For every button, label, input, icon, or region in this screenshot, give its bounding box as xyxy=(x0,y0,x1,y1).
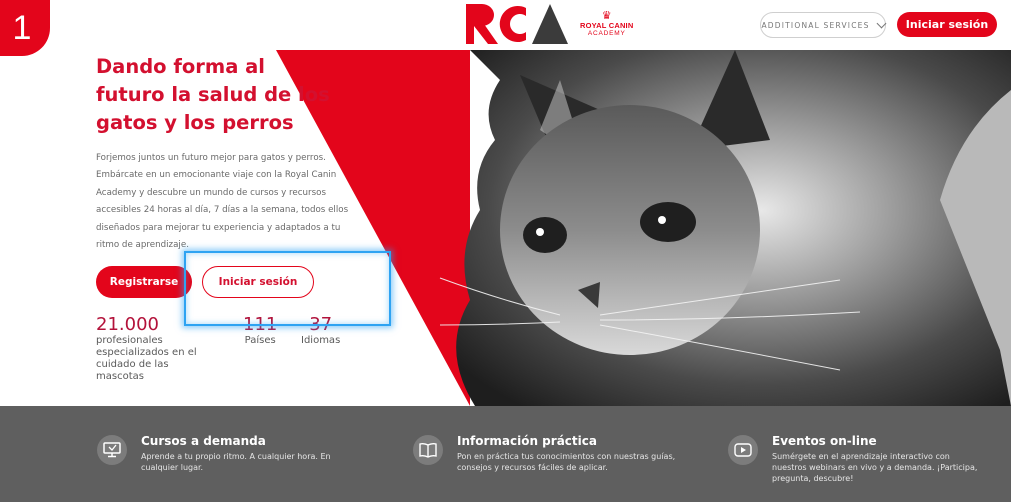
additional-services-dropdown[interactable]: ADDITIONAL SERVICES xyxy=(760,12,886,38)
crown-icon: ♛ xyxy=(601,9,612,22)
feature-title: Eventos on-line xyxy=(772,434,877,448)
hero-description: Forjemos juntos un futuro mejor para gat… xyxy=(96,153,349,251)
feature-description: Pon en práctica tus conocimientos con nu… xyxy=(457,452,676,472)
stat-label: Países xyxy=(244,335,276,346)
stat-languages: 37 Idiomas xyxy=(301,315,340,347)
stat-professionals: 21.000 profesionales especializados en e… xyxy=(96,315,206,383)
stat-label: profesionales especializados en el cuida… xyxy=(96,335,197,382)
feature-title: Información práctica xyxy=(457,434,597,448)
brand-name: ROYAL CANIN xyxy=(580,21,634,30)
royal-canin-brand: ♛ ROYAL CANIN ACADEMY xyxy=(580,10,633,38)
feature-online-events[interactable]: Eventos on-line Sumérgete en el aprendiz… xyxy=(728,432,982,484)
additional-services-label: ADDITIONAL SERVICES xyxy=(761,20,870,30)
rca-logo[interactable]: ♛ ROYAL CANIN ACADEMY xyxy=(466,2,633,46)
rca-logo-mark xyxy=(466,4,568,44)
hero-title: Dando forma al futuro la salud de los ga… xyxy=(96,55,330,134)
monitor-icon xyxy=(97,435,127,465)
feature-practical-info[interactable]: Información práctica Pon en práctica tus… xyxy=(413,432,677,473)
hero-section: Dando forma al futuro la salud de los ga… xyxy=(0,50,1011,406)
register-button[interactable]: Registrarse xyxy=(96,266,192,298)
feature-on-demand-courses[interactable]: Cursos a demanda Aprende a tu propio rit… xyxy=(97,432,361,473)
brand-subtitle: ACADEMY xyxy=(587,30,626,37)
feature-description: Sumérgete en el aprendizaje interactivo … xyxy=(772,452,978,483)
chevron-down-icon xyxy=(876,18,886,28)
stat-value: 37 xyxy=(309,314,333,335)
play-icon xyxy=(728,435,758,465)
header-login-button[interactable]: Iniciar sesión xyxy=(897,12,997,37)
feature-description: Aprende a tu propio ritmo. A cualquier h… xyxy=(141,452,331,472)
feature-title: Cursos a demanda xyxy=(141,434,266,448)
stat-value: 111 xyxy=(243,314,278,335)
stat-countries: 111 Países xyxy=(243,315,277,347)
site-header: ♛ ROYAL CANIN ACADEMY ADDITIONAL SERVICE… xyxy=(0,0,1011,50)
book-icon xyxy=(413,435,443,465)
stat-value: 21.000 xyxy=(96,314,159,335)
stat-label: Idiomas xyxy=(301,335,341,346)
hero-login-button[interactable]: Iniciar sesión xyxy=(202,266,314,298)
features-band: Cursos a demanda Aprende a tu propio rit… xyxy=(0,406,1011,502)
